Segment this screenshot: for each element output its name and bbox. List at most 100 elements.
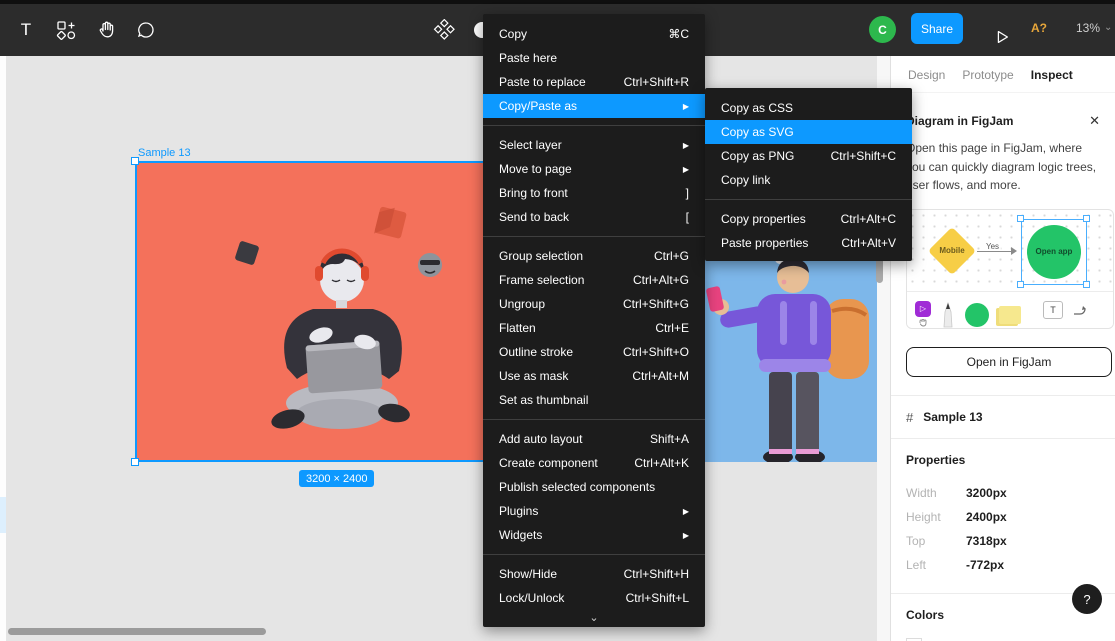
menu-item-plugins[interactable]: Plugins ▶ xyxy=(483,499,705,523)
submenu-arrow-icon: ▶ xyxy=(683,102,689,111)
component-icon[interactable] xyxy=(424,10,464,50)
submenu-item-copy-properties[interactable]: Copy properties Ctrl+Alt+C xyxy=(705,207,912,231)
property-row-height: Height 2400px xyxy=(906,505,1100,529)
present-icon[interactable] xyxy=(982,17,1022,57)
property-value: 3200px xyxy=(966,486,1007,500)
property-label: Left xyxy=(906,558,966,572)
left-panel-page-indicator[interactable] xyxy=(0,497,6,533)
menu-divider xyxy=(483,236,705,237)
menu-item-bring-to-front[interactable]: Bring to front ] xyxy=(483,181,705,205)
help-button[interactable]: ? xyxy=(1072,584,1102,614)
submenu-arrow-icon: ▶ xyxy=(683,507,689,516)
submenu-item-copy-as-css[interactable]: Copy as CSS xyxy=(705,96,912,120)
menu-divider xyxy=(705,199,912,200)
submenu-item-copy-as-png[interactable]: Copy as PNG Ctrl+Shift+C xyxy=(705,144,912,168)
property-label: Height xyxy=(906,510,966,524)
menu-item-send-to-back[interactable]: Send to back [ xyxy=(483,205,705,229)
menu-item-use-as-mask[interactable]: Use as mask Ctrl+Alt+M xyxy=(483,364,705,388)
text-tool-icon[interactable]: T xyxy=(6,10,46,50)
canvas-horizontal-scrollbar[interactable] xyxy=(8,628,266,635)
menu-item-copy-paste-as[interactable]: Copy/Paste as ▶ xyxy=(483,94,705,118)
copy-paste-as-submenu: Copy as CSS Copy as SVG Copy as PNG Ctrl… xyxy=(705,88,912,261)
figjam-description: Open this page in FigJam, where you can … xyxy=(906,139,1100,195)
figma-app: Sample 13 3200 × 240 xyxy=(0,0,1115,641)
tab-prototype[interactable]: Prototype xyxy=(962,68,1013,82)
preview-diamond-label: Mobile xyxy=(929,246,975,255)
figjam-preview-image: Mobile Yes Open app ▷ xyxy=(906,209,1114,329)
property-row-top: Top 7318px xyxy=(906,529,1100,553)
submenu-item-copy-link[interactable]: Copy link xyxy=(705,168,912,192)
preview-edge-label: Yes xyxy=(984,242,1001,251)
property-value: -772px xyxy=(966,558,1004,572)
menu-item-frame-selection[interactable]: Frame selection Ctrl+Alt+G xyxy=(483,268,705,292)
hand-tool-icon[interactable] xyxy=(86,10,126,50)
tab-inspect[interactable]: Inspect xyxy=(1031,68,1073,82)
preview-sticky-tool-icon xyxy=(999,306,1021,324)
menu-item-lock-unlock[interactable]: Lock/Unlock Ctrl+Shift+L xyxy=(483,586,705,610)
menu-item-paste-to-replace[interactable]: Paste to replace Ctrl+Shift+R xyxy=(483,70,705,94)
submenu-item-paste-properties[interactable]: Paste properties Ctrl+Alt+V xyxy=(705,231,912,255)
selection-size-badge: 3200 × 2400 xyxy=(299,470,374,487)
properties-title: Properties xyxy=(906,453,1100,467)
resize-handle-top-left[interactable] xyxy=(131,157,139,165)
preview-selection-box xyxy=(1021,219,1087,285)
preview-handle xyxy=(1017,215,1024,222)
canvas-frame-label[interactable]: Sample 13 xyxy=(138,147,191,159)
close-icon[interactable]: ✕ xyxy=(1089,113,1100,129)
frame-icon: # xyxy=(906,410,913,425)
zoom-menu[interactable]: 13% ⌄ xyxy=(1076,21,1112,35)
preview-handle xyxy=(1017,281,1024,288)
left-panel-edge xyxy=(0,56,6,641)
menu-item-ungroup[interactable]: Ungroup Ctrl+Shift+G xyxy=(483,292,705,316)
menu-item-copy[interactable]: Copy ⌘C xyxy=(483,22,705,46)
preview-figjam-toolbar: ▷ T xyxy=(907,291,1113,328)
menu-item-select-layer[interactable]: Select layer ▶ xyxy=(483,133,705,157)
menu-item-outline-stroke[interactable]: Outline stroke Ctrl+Shift+O xyxy=(483,340,705,364)
property-row-left: Left -772px xyxy=(906,553,1100,577)
help-icon: ? xyxy=(1083,592,1090,607)
preview-shape-tool-icon xyxy=(965,303,989,327)
menu-divider xyxy=(483,125,705,126)
preview-cursor-tool-icon: ▷ xyxy=(915,301,931,317)
resize-handle-bottom-left[interactable] xyxy=(131,458,139,466)
colors-title: Colors xyxy=(906,608,1100,622)
avatar[interactable]: C xyxy=(869,16,896,43)
share-button[interactable]: Share xyxy=(911,13,963,44)
menu-divider xyxy=(483,419,705,420)
menu-item-paste-here[interactable]: Paste here xyxy=(483,46,705,70)
menu-item-flatten[interactable]: Flatten Ctrl+E xyxy=(483,316,705,340)
resources-tool-icon[interactable] xyxy=(46,10,86,50)
preview-arrowhead xyxy=(1011,247,1017,255)
submenu-arrow-icon: ▶ xyxy=(683,165,689,174)
preview-connector-tool-icon xyxy=(1073,303,1089,317)
selected-frame-sample13[interactable] xyxy=(135,161,536,462)
open-in-figjam-button[interactable]: Open in FigJam xyxy=(906,347,1112,377)
menu-item-create-component[interactable]: Create component Ctrl+Alt+K xyxy=(483,451,705,475)
property-value: 7318px xyxy=(966,534,1007,548)
preview-connector-line xyxy=(977,251,1013,253)
inspect-panel: Design Prototype Inspect Diagram in FigJ… xyxy=(890,56,1115,641)
panel-tabs: Design Prototype Inspect xyxy=(891,56,1115,93)
menu-item-show-hide[interactable]: Show/Hide Ctrl+Shift+H xyxy=(483,562,705,586)
properties-section: Properties Width 3200px Height 2400px To… xyxy=(891,439,1115,593)
selected-frame-row[interactable]: # Sample 13 xyxy=(891,396,1115,438)
menu-item-publish-selected-components[interactable]: Publish selected components xyxy=(483,475,705,499)
submenu-arrow-icon: ▶ xyxy=(683,141,689,150)
frame-name: Sample 13 xyxy=(923,410,982,424)
comment-tool-icon[interactable] xyxy=(126,10,166,50)
submenu-item-copy-as-svg[interactable]: Copy as SVG xyxy=(705,120,912,144)
illustration-person-laptop xyxy=(137,163,534,460)
menu-item-set-as-thumbnail[interactable]: Set as thumbnail xyxy=(483,388,705,412)
menu-item-move-to-page[interactable]: Move to page ▶ xyxy=(483,157,705,181)
menu-item-group-selection[interactable]: Group selection Ctrl+G xyxy=(483,244,705,268)
property-row-width: Width 3200px xyxy=(906,481,1100,505)
property-label: Top xyxy=(906,534,966,548)
menu-scroll-chevron-icon[interactable]: ⌄ xyxy=(483,611,705,624)
window-top-edge xyxy=(0,0,1115,4)
preview-text-tool-icon: T xyxy=(1043,301,1063,319)
preview-handle xyxy=(1083,281,1090,288)
tab-design[interactable]: Design xyxy=(908,68,945,82)
menu-item-widgets[interactable]: Widgets ▶ xyxy=(483,523,705,547)
menu-item-add-auto-layout[interactable]: Add auto layout Shift+A xyxy=(483,427,705,451)
viewer-badge[interactable]: A? xyxy=(1031,21,1047,35)
